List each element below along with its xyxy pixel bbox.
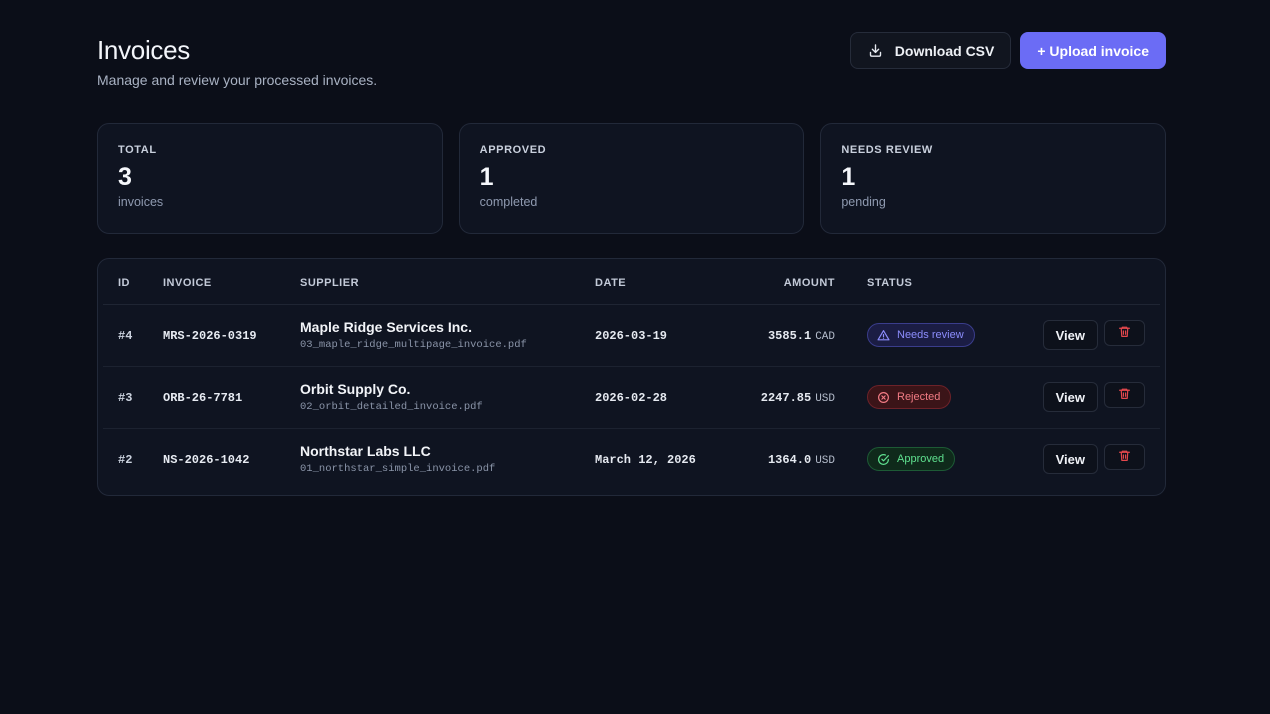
delete-button[interactable] bbox=[1104, 444, 1145, 471]
invoice-number: MRS-2026-0319 bbox=[163, 329, 257, 343]
invoice-amount: 1364.0 bbox=[767, 453, 812, 468]
supplier-name: Maple Ridge Services Inc. bbox=[300, 319, 472, 335]
supplier-name: Orbit Supply Co. bbox=[300, 381, 411, 397]
stat-card-total: TOTAL 3 invoices bbox=[97, 123, 443, 234]
invoices-table-card: ID INVOICE SUPPLIER DATE AMOUNT STATUS #… bbox=[97, 258, 1166, 496]
stats-row: TOTAL 3 invoices APPROVED 1 completed NE… bbox=[97, 123, 1167, 234]
invoices-table: ID INVOICE SUPPLIER DATE AMOUNT STATUS #… bbox=[103, 259, 1160, 490]
invoice-id: #4 bbox=[118, 329, 133, 343]
status-badge: Rejected bbox=[867, 385, 952, 409]
check-circle-icon bbox=[877, 453, 890, 466]
invoice-amount: 3585.1 bbox=[767, 329, 812, 343]
status-badge: Approved bbox=[867, 447, 956, 472]
invoice-date: 2026-03-19 bbox=[595, 329, 668, 343]
invoice-date: March 12, 2026 bbox=[595, 453, 696, 468]
title-block: Invoices Manage and review your processe… bbox=[97, 32, 377, 88]
stat-label: APPROVED bbox=[479, 144, 547, 156]
invoice-id: #3 bbox=[118, 391, 133, 405]
supplier-name: Northstar Labs LLC bbox=[300, 443, 431, 460]
status-label: Approved bbox=[897, 453, 945, 466]
view-button[interactable]: View bbox=[1042, 382, 1098, 412]
invoice-filename: 01_northstar_simple_invoice.pdf bbox=[300, 463, 496, 476]
stat-label: NEEDS REVIEW bbox=[841, 144, 933, 156]
row-actions: View bbox=[1042, 320, 1145, 350]
column-header-date: DATE bbox=[595, 259, 715, 305]
stat-caption: pending bbox=[841, 195, 886, 209]
view-button[interactable]: View bbox=[1042, 320, 1098, 350]
column-header-status: STATUS bbox=[835, 259, 1007, 305]
table-row[interactable]: #3 ORB-26-7781 Orbit Supply Co. 02_orbit… bbox=[103, 366, 1160, 429]
invoice-number: NS-2026-1042 bbox=[163, 453, 250, 468]
invoice-filename: 02_orbit_detailed_invoice.pdf bbox=[300, 401, 483, 413]
invoice-currency: USD bbox=[815, 455, 835, 468]
stat-value: 1 bbox=[841, 163, 856, 191]
upload-invoice-button[interactable]: + Upload invoice bbox=[1020, 32, 1166, 69]
stat-caption: invoices bbox=[118, 195, 164, 209]
page-subtitle: Manage and review your processed invoice… bbox=[97, 72, 378, 88]
invoice-currency: CAD bbox=[815, 331, 835, 343]
stat-card-approved: APPROVED 1 completed bbox=[458, 123, 805, 234]
column-header-supplier: SUPPLIER bbox=[300, 259, 595, 305]
trash-icon bbox=[1118, 325, 1131, 341]
stat-label: TOTAL bbox=[118, 144, 157, 156]
status-badge: Needs review bbox=[867, 323, 975, 347]
row-actions: View bbox=[1042, 444, 1145, 475]
page-header: Invoices Manage and review your processe… bbox=[97, 32, 1166, 88]
header-actions: Download CSV + Upload invoice bbox=[849, 32, 1166, 69]
trash-icon bbox=[1118, 449, 1131, 465]
download-csv-button[interactable]: Download CSV bbox=[849, 32, 1012, 69]
delete-button[interactable] bbox=[1104, 382, 1145, 408]
invoice-currency: USD bbox=[815, 393, 835, 405]
stat-caption: completed bbox=[479, 195, 538, 209]
stat-card-needs-review: NEEDS REVIEW 1 pending bbox=[820, 123, 1167, 234]
invoice-date: 2026-02-28 bbox=[595, 391, 668, 405]
invoice-amount: 2247.85 bbox=[760, 391, 812, 405]
row-actions: View bbox=[1042, 382, 1145, 412]
download-csv-label: Download CSV bbox=[894, 42, 995, 59]
stat-value: 3 bbox=[118, 163, 132, 191]
status-label: Rejected bbox=[897, 391, 941, 403]
table-row[interactable]: #4 MRS-2026-0319 Maple Ridge Services In… bbox=[103, 304, 1160, 367]
column-header-id: ID bbox=[103, 259, 163, 305]
delete-button[interactable] bbox=[1104, 320, 1145, 346]
download-icon bbox=[868, 43, 883, 58]
status-label: Needs review bbox=[897, 329, 964, 341]
stat-value: 1 bbox=[479, 163, 494, 191]
invoice-filename: 03_maple_ridge_multipage_invoice.pdf bbox=[300, 339, 527, 351]
column-header-invoice: INVOICE bbox=[163, 259, 300, 305]
page-title: Invoices bbox=[97, 35, 190, 65]
column-header-actions bbox=[1007, 259, 1160, 305]
invoices-page: Invoices Manage and review your processe… bbox=[97, 32, 1167, 496]
warning-icon bbox=[877, 329, 890, 342]
table-row[interactable]: #2 NS-2026-1042 Northstar Labs LLC 01_no… bbox=[103, 428, 1160, 490]
invoice-id: #2 bbox=[118, 453, 133, 468]
view-button[interactable]: View bbox=[1042, 444, 1098, 475]
trash-icon bbox=[1118, 387, 1131, 403]
column-header-amount: AMOUNT bbox=[715, 259, 835, 305]
invoice-number: ORB-26-7781 bbox=[163, 391, 243, 405]
x-circle-icon bbox=[877, 391, 890, 404]
table-header-row: ID INVOICE SUPPLIER DATE AMOUNT STATUS bbox=[103, 259, 1160, 305]
